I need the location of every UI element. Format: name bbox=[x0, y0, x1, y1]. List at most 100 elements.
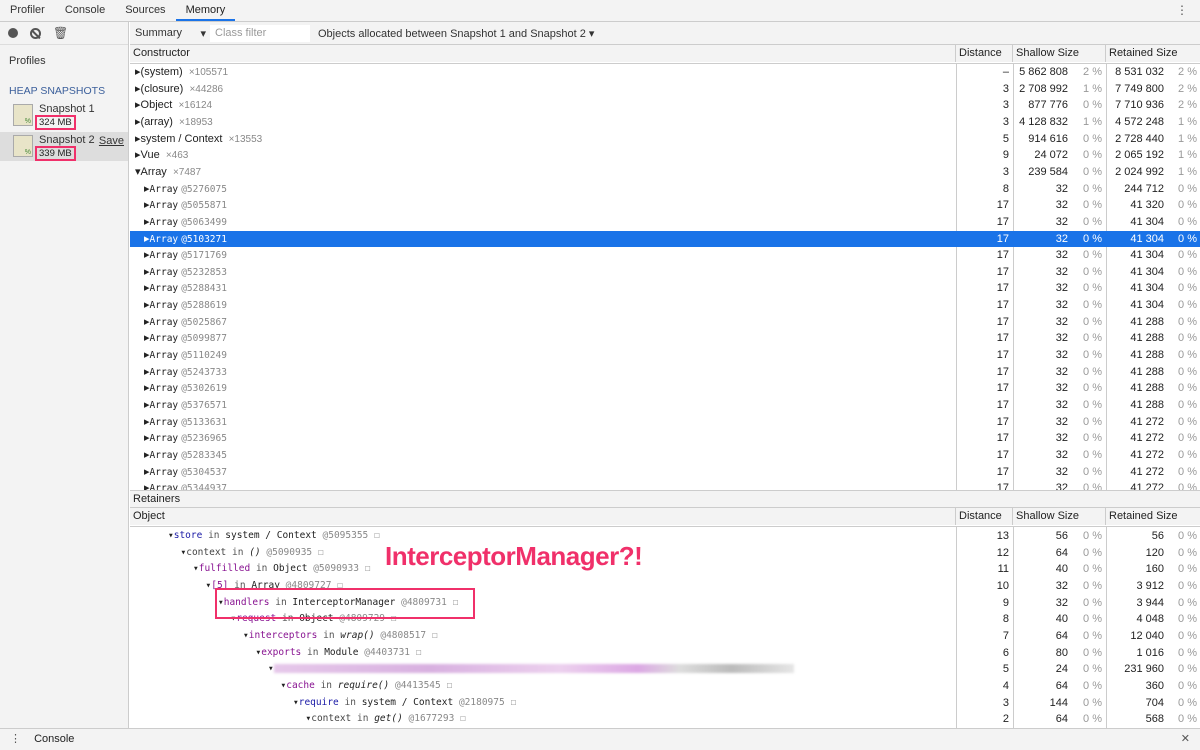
shallow-size: 24 072 bbox=[1034, 149, 1068, 162]
view-select[interactable]: Summary ▾ bbox=[130, 27, 206, 40]
reveal-icon[interactable]: ☐ bbox=[318, 547, 324, 558]
clear-icon[interactable] bbox=[30, 27, 41, 39]
drawer-tab-console[interactable]: Console bbox=[34, 733, 74, 745]
col-shallow[interactable]: Shallow Size bbox=[1013, 508, 1106, 525]
table-row[interactable]: ▸Array @5063499 17 32 0 % 41 304 0 % bbox=[130, 214, 1200, 231]
retainer-row[interactable]: ▾exports in Module @4403731 ☐ 6 80 0 % 1 … bbox=[130, 645, 1200, 662]
shallow-size: 64 bbox=[1055, 679, 1068, 692]
retainer-object: get() bbox=[374, 713, 403, 725]
trash-icon[interactable]: 🗑 bbox=[53, 26, 68, 40]
retained-size: 7 749 800 bbox=[1115, 82, 1164, 95]
retained-percent: 0 % bbox=[1178, 713, 1197, 726]
col-distance[interactable]: Distance bbox=[956, 45, 1013, 62]
reveal-icon[interactable]: ☐ bbox=[446, 680, 452, 691]
table-row[interactable]: ▸Vue ×463 9 24 072 0 % 2 065 192 1 % bbox=[130, 147, 1200, 164]
retainer-row[interactable]: ▾cache in require() @4413545 ☐ 4 64 0 % 3… bbox=[130, 678, 1200, 695]
table-row[interactable]: ▸Array @5055871 17 32 0 % 41 320 0 % bbox=[130, 197, 1200, 214]
snapshot-range-select[interactable]: Objects allocated between Snapshot 1 and… bbox=[318, 27, 594, 40]
table-row[interactable]: ▸system / Context ×13553 5 914 616 0 % 2 … bbox=[130, 131, 1200, 148]
reveal-icon[interactable]: ☐ bbox=[460, 713, 466, 724]
reveal-icon[interactable]: ☐ bbox=[432, 630, 438, 641]
record-icon[interactable] bbox=[8, 28, 18, 38]
table-row[interactable]: ▸Array @5283345 17 32 0 % 41 272 0 % bbox=[130, 447, 1200, 464]
retained-size: 41 288 bbox=[1130, 382, 1164, 395]
shallow-size: 32 bbox=[1055, 579, 1068, 592]
tab-sources[interactable]: Sources bbox=[115, 0, 175, 21]
shallow-size: 32 bbox=[1055, 332, 1068, 345]
property-name: context bbox=[186, 546, 227, 558]
drawer-menu-icon[interactable]: ⋮ bbox=[0, 733, 31, 745]
shallow-percent: 0 % bbox=[1083, 448, 1102, 461]
shallow-percent: 1 % bbox=[1083, 82, 1102, 95]
retained-size: 3 944 bbox=[1136, 596, 1164, 609]
table-row[interactable]: ▸Array @5236965 17 32 0 % 41 272 0 % bbox=[130, 430, 1200, 447]
more-options-icon[interactable]: ⋮ bbox=[1176, 3, 1188, 17]
shallow-size: 4 128 832 bbox=[1019, 115, 1068, 128]
reveal-icon[interactable]: ☐ bbox=[510, 697, 516, 708]
col-retained[interactable]: Retained Size bbox=[1106, 45, 1200, 62]
retainer-row[interactable]: ▾fulfilled in Object @5090933 ☐ 11 40 0 %… bbox=[130, 561, 1200, 578]
table-row[interactable]: ▸Array @5344937 17 32 0 % 41 272 0 % bbox=[130, 480, 1200, 490]
table-row[interactable]: ▸Array @5099877 17 32 0 % 41 288 0 % bbox=[130, 330, 1200, 347]
col-object[interactable]: Object bbox=[130, 508, 956, 525]
retainer-row[interactable]: ▾context in () @5090935 ☐ 12 64 0 % 120 0… bbox=[130, 545, 1200, 562]
table-row[interactable]: ▸Array @5243733 17 32 0 % 41 288 0 % bbox=[130, 364, 1200, 381]
retained-percent: 0 % bbox=[1178, 332, 1197, 345]
heap-snapshots-heading: HEAP SNAPSHOTS bbox=[9, 85, 106, 97]
col-distance[interactable]: Distance bbox=[956, 508, 1013, 525]
constructor-grid: Constructor Distance Shallow Size Retain… bbox=[130, 45, 1200, 490]
tab-profiler[interactable]: Profiler bbox=[0, 0, 55, 21]
table-row[interactable]: ▸Array @5133631 17 32 0 % 41 272 0 % bbox=[130, 414, 1200, 431]
object-id: @5288431 bbox=[181, 283, 227, 295]
in-label: in bbox=[357, 713, 369, 725]
reveal-icon[interactable]: ☐ bbox=[374, 530, 380, 541]
retainer-row[interactable]: ▾context in get() @1677293 ☐ 2 64 0 % 568… bbox=[130, 711, 1200, 728]
tab-console[interactable]: Console bbox=[55, 0, 115, 21]
retained-size: 41 288 bbox=[1130, 349, 1164, 362]
table-row[interactable]: ▸(closure) ×44286 3 2 708 992 1 % 7 749 8… bbox=[130, 81, 1200, 98]
retainer-row[interactable]: ▾store in system / Context @5095355 ☐ 13 … bbox=[130, 528, 1200, 545]
table-row[interactable]: ▸Array @5304537 17 32 0 % 41 272 0 % bbox=[130, 464, 1200, 481]
retainer-row[interactable]: ▾interceptors in wrap() @4808517 ☐ 7 64 0… bbox=[130, 628, 1200, 645]
col-constructor[interactable]: Constructor bbox=[130, 45, 956, 62]
tab-memory[interactable]: Memory bbox=[175, 0, 236, 21]
snapshot-1[interactable]: Snapshot 1 324 MB bbox=[0, 101, 128, 130]
table-row[interactable]: ▸Array @5376571 17 32 0 % 41 288 0 % bbox=[130, 397, 1200, 414]
snapshot-icon bbox=[13, 104, 33, 126]
table-row[interactable]: ▸Array @5288431 17 32 0 % 41 304 0 % bbox=[130, 280, 1200, 297]
shallow-percent: 0 % bbox=[1083, 646, 1102, 659]
col-retained[interactable]: Retained Size bbox=[1106, 508, 1200, 525]
table-row[interactable]: ▾Array ×7487 3 239 584 0 % 2 024 992 1 % bbox=[130, 164, 1200, 181]
table-row[interactable]: ▸Array @5302619 17 32 0 % 41 288 0 % bbox=[130, 380, 1200, 397]
reveal-icon[interactable]: ☐ bbox=[365, 563, 371, 574]
save-button[interactable]: Save bbox=[99, 135, 124, 147]
retained-size: 2 065 192 bbox=[1115, 149, 1164, 162]
retained-size: 41 272 bbox=[1130, 432, 1164, 445]
table-row[interactable]: ▸Array @5110249 17 32 0 % 41 288 0 % bbox=[130, 347, 1200, 364]
retained-percent: 2 % bbox=[1178, 66, 1197, 78]
table-row[interactable]: ▸Array @5232853 17 32 0 % 41 304 0 % bbox=[130, 264, 1200, 281]
table-row[interactable]: ▸Array @5025867 17 32 0 % 41 288 0 % bbox=[130, 314, 1200, 331]
close-drawer-icon[interactable]: ✕ bbox=[1181, 729, 1190, 750]
reveal-icon[interactable]: ☐ bbox=[416, 647, 422, 658]
distance: 17 bbox=[996, 315, 1009, 328]
table-row[interactable]: ▸Array @5171769 17 32 0 % 41 304 0 % bbox=[130, 247, 1200, 264]
table-row[interactable]: ▸Array @5288619 17 32 0 % 41 304 0 % bbox=[130, 297, 1200, 314]
shallow-size: 80 bbox=[1055, 646, 1068, 659]
distance: 3 bbox=[1002, 165, 1009, 178]
retainer-row[interactable]: ▾require in system / Context @2180975 ☐ 3… bbox=[130, 695, 1200, 712]
table-row[interactable]: ▸Object ×16124 3 877 776 0 % 7 710 936 2 … bbox=[130, 97, 1200, 114]
shallow-size: 32 bbox=[1055, 199, 1068, 212]
retainer-row[interactable]: ▾ 5 24 0 % 231 960 0 % bbox=[130, 661, 1200, 678]
distance: 4 bbox=[1002, 679, 1009, 692]
table-row[interactable]: ▸(system) ×105571– 5 862 808 2 % 8 531 0… bbox=[130, 64, 1200, 81]
distance: 17 bbox=[996, 365, 1009, 378]
class-filter-input[interactable] bbox=[210, 24, 310, 42]
col-shallow[interactable]: Shallow Size bbox=[1013, 45, 1106, 62]
table-row[interactable]: ▸Array @5276075 8 32 0 % 244 712 0 % bbox=[130, 181, 1200, 198]
table-row[interactable]: ▸(array) ×18953 3 4 128 832 1 % 4 572 248… bbox=[130, 114, 1200, 131]
snapshot-2[interactable]: Snapshot 2 339 MB Save bbox=[0, 132, 128, 161]
shallow-percent: 0 % bbox=[1083, 265, 1102, 278]
retained-percent: 0 % bbox=[1178, 663, 1197, 676]
table-row[interactable]: ▸Array @5103271 17 32 0 % 41 304 0 % bbox=[130, 230, 1200, 248]
